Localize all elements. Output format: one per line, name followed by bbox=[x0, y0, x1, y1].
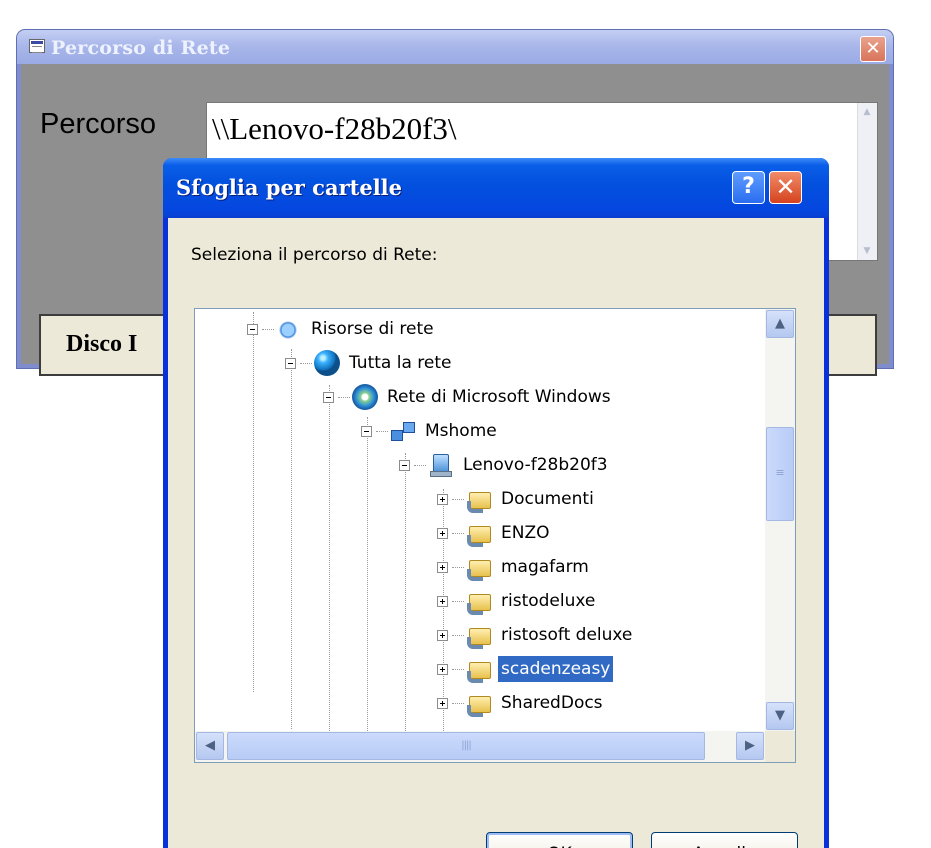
tree-connector-line bbox=[405, 453, 406, 731]
workgroup-icon bbox=[390, 418, 416, 444]
shared-folder-icon bbox=[466, 690, 492, 717]
folder-tree[interactable]: Risorse di rete Tutta la rete Rete di Micr… bbox=[194, 308, 796, 763]
tree-vertical-scrollbar[interactable]: ▲ ≡ ▼ bbox=[765, 309, 795, 731]
tree-connector-line bbox=[291, 349, 292, 729]
tree-connector-line bbox=[452, 532, 464, 534]
tree-connector-line bbox=[338, 396, 350, 398]
tree-connector-line bbox=[329, 385, 330, 731]
horizontal-scroll-thumb[interactable]: |||| bbox=[227, 732, 705, 760]
disco-button-label: Disco I bbox=[66, 331, 138, 357]
browse-folder-dialog: Sfoglia per cartelle ? ✕ Seleziona il pe… bbox=[163, 158, 829, 848]
vertical-scroll-thumb[interactable]: ≡ bbox=[766, 427, 794, 521]
tree-item[interactable]: scadenzeasy bbox=[437, 652, 614, 686]
globe-icon bbox=[314, 350, 340, 376]
dialog-body: Seleziona il percorso di Rete: Risorse d… bbox=[168, 218, 824, 848]
instruction-text: Seleziona il percorso di Rete: bbox=[191, 245, 438, 265]
tree-item-label[interactable]: ristodeluxe bbox=[498, 588, 598, 614]
shared-folder-icon bbox=[466, 486, 492, 513]
path-scrollbar[interactable]: ▲ ▼ bbox=[857, 103, 877, 260]
tree-item-label[interactable]: magafarm bbox=[498, 554, 592, 580]
scrollbar-corner bbox=[765, 731, 795, 762]
tree-rows: Risorse di rete Tutta la rete Rete di Micr… bbox=[195, 309, 765, 731]
collapse-icon[interactable] bbox=[285, 357, 296, 369]
computer-icon bbox=[428, 452, 454, 478]
help-button[interactable]: ? bbox=[732, 171, 765, 204]
tree-item-label[interactable]: Tutta la rete bbox=[346, 350, 454, 376]
tree-item[interactable]: magafarm bbox=[437, 550, 592, 584]
tree-connector-line bbox=[253, 312, 254, 692]
tree-item-label[interactable]: Lenovo-f28b20f3 bbox=[460, 452, 611, 478]
tree-connector-line bbox=[452, 702, 464, 704]
collapse-icon[interactable] bbox=[361, 425, 372, 437]
tree-item[interactable]: ristosoft deluxe bbox=[437, 618, 635, 652]
shared-folder-icon bbox=[466, 520, 492, 547]
tree-item-label[interactable]: Rete di Microsoft Windows bbox=[384, 384, 614, 410]
parent-window-title: Percorso di Rete bbox=[51, 37, 231, 59]
expand-icon[interactable] bbox=[437, 561, 448, 573]
scroll-left-icon[interactable]: ◀ bbox=[196, 732, 224, 760]
tree-item-label[interactable]: ristosoft deluxe bbox=[498, 622, 635, 648]
dialog-title: Sfoglia per cartelle bbox=[176, 175, 403, 200]
microsoft-network-icon bbox=[352, 384, 378, 410]
dialog-close-button[interactable]: ✕ bbox=[769, 171, 802, 204]
parent-title-bar[interactable]: Percorso di Rete ✕ bbox=[17, 30, 893, 64]
collapse-icon[interactable] bbox=[247, 323, 258, 335]
tree-connector-line bbox=[452, 600, 464, 602]
tree-item[interactable]: Tutta la rete bbox=[285, 346, 454, 380]
tree-item[interactable]: Mshome bbox=[361, 414, 500, 448]
expand-icon[interactable] bbox=[437, 493, 448, 505]
expand-icon[interactable] bbox=[437, 629, 448, 641]
tree-connector-line bbox=[367, 417, 368, 731]
scroll-right-icon[interactable]: ▶ bbox=[736, 732, 764, 760]
tree-item-label[interactable]: ENZO bbox=[498, 520, 553, 546]
tree-connector-line bbox=[452, 498, 464, 500]
tree-item[interactable]: ENZO bbox=[437, 516, 553, 550]
tree-connector-line bbox=[452, 634, 464, 636]
scroll-up-icon[interactable]: ▲ bbox=[859, 104, 875, 120]
shared-folder-icon bbox=[466, 656, 492, 683]
tree-item-label[interactable]: Documenti bbox=[498, 486, 597, 512]
collapse-icon[interactable] bbox=[323, 391, 334, 403]
tree-item[interactable]: SharedDocs bbox=[437, 686, 606, 720]
scroll-down-icon[interactable]: ▼ bbox=[766, 702, 794, 730]
tree-item-label[interactable]: SharedDocs bbox=[498, 690, 606, 716]
tree-item[interactable]: Rete di Microsoft Windows bbox=[323, 380, 614, 414]
expand-icon[interactable] bbox=[437, 527, 448, 539]
parent-close-button[interactable]: ✕ bbox=[860, 36, 886, 62]
tree-connector-line bbox=[300, 362, 312, 364]
tree-item[interactable]: Documenti bbox=[437, 482, 597, 516]
cancel-button[interactable]: Annulla bbox=[651, 832, 798, 848]
path-value: \\Lenovo-f28b20f3\ bbox=[212, 111, 457, 146]
expand-icon[interactable] bbox=[437, 663, 448, 675]
tree-item-label[interactable]: Mshome bbox=[422, 418, 500, 444]
scroll-up-icon[interactable]: ▲ bbox=[766, 310, 794, 338]
network-places-icon bbox=[276, 316, 302, 342]
tree-item[interactable]: Risorse di rete bbox=[247, 312, 437, 346]
tree-connector-line bbox=[452, 566, 464, 568]
shared-folder-icon bbox=[466, 554, 492, 581]
tree-connector-line bbox=[262, 328, 274, 330]
collapse-icon[interactable] bbox=[399, 459, 410, 471]
tree-item-label[interactable]: scadenzeasy bbox=[498, 656, 614, 682]
ok-button[interactable]: OK bbox=[486, 832, 633, 848]
tree-connector-line bbox=[414, 464, 426, 466]
dialog-title-bar[interactable]: Sfoglia per cartelle ? ✕ bbox=[163, 158, 829, 218]
shared-folder-icon bbox=[466, 588, 492, 615]
form-icon bbox=[29, 39, 45, 53]
shared-folder-icon bbox=[466, 622, 492, 649]
expand-icon[interactable] bbox=[437, 595, 448, 607]
tree-item[interactable]: ristodeluxe bbox=[437, 584, 598, 618]
expand-icon[interactable] bbox=[437, 697, 448, 709]
tree-item[interactable]: Lenovo-f28b20f3 bbox=[399, 448, 611, 482]
tree-connector-line bbox=[452, 668, 464, 670]
tree-connector-line bbox=[376, 430, 388, 432]
scroll-down-icon[interactable]: ▼ bbox=[859, 243, 875, 259]
path-label: Percorso bbox=[40, 108, 157, 140]
tree-horizontal-scrollbar[interactable]: ◀ |||| ▶ bbox=[195, 731, 765, 762]
tree-item-label[interactable]: Risorse di rete bbox=[308, 316, 437, 342]
